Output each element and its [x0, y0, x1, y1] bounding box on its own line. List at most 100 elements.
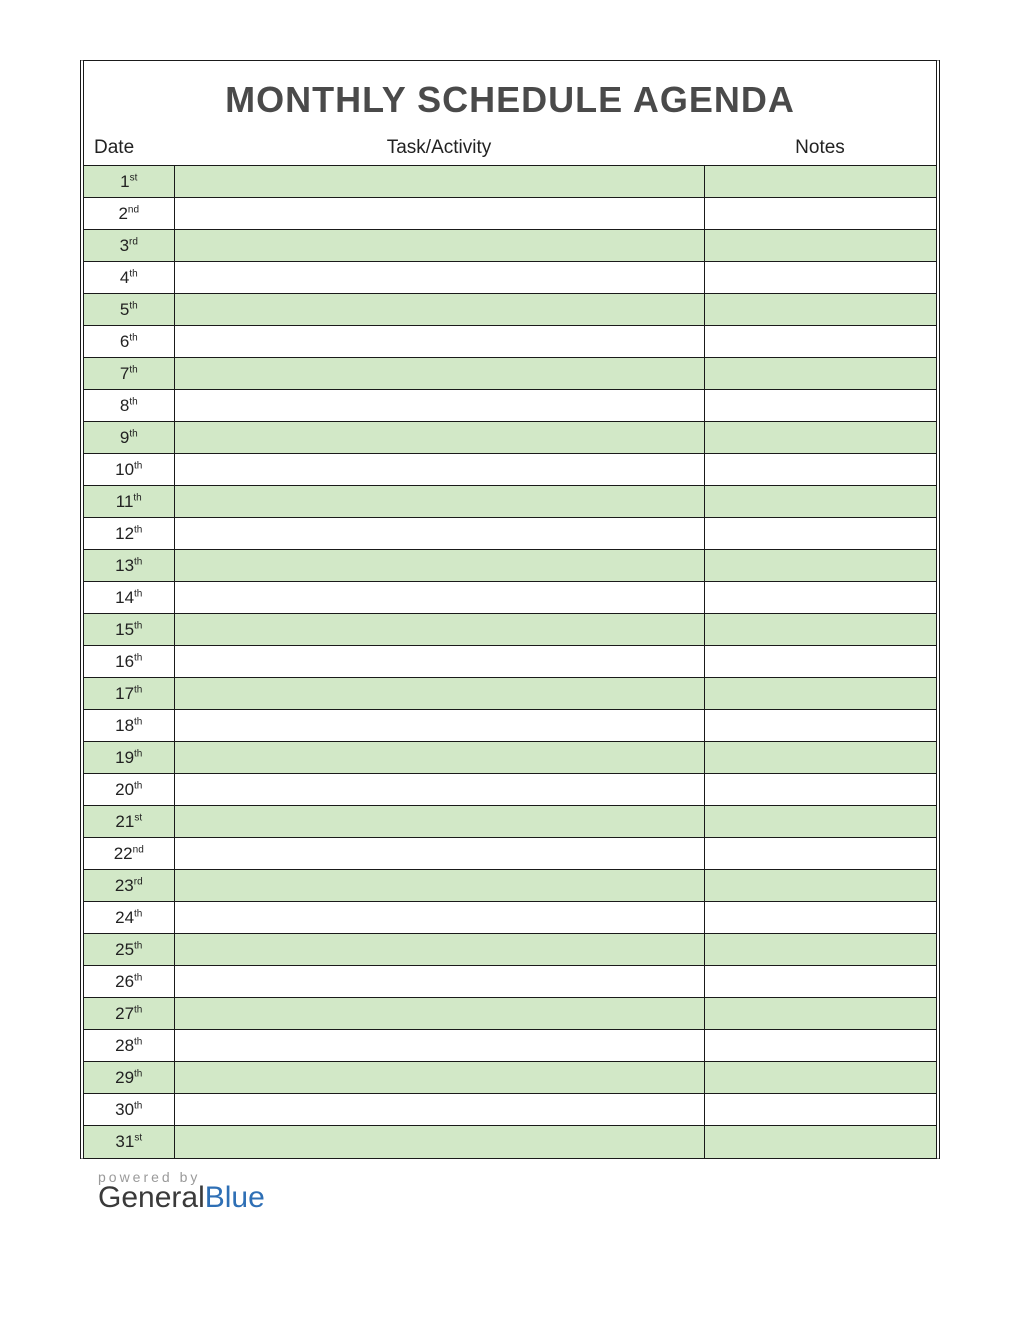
date-cell: 2nd	[84, 198, 174, 230]
task-cell[interactable]	[174, 934, 704, 966]
notes-cell[interactable]	[704, 518, 936, 550]
task-cell[interactable]	[174, 422, 704, 454]
notes-cell[interactable]	[704, 806, 936, 838]
task-cell[interactable]	[174, 1030, 704, 1062]
task-cell[interactable]	[174, 614, 704, 646]
date-number: 25	[115, 940, 134, 959]
task-cell[interactable]	[174, 678, 704, 710]
date-number: 13	[115, 556, 134, 575]
task-cell[interactable]	[174, 710, 704, 742]
date-suffix: th	[134, 908, 142, 919]
task-cell[interactable]	[174, 1126, 704, 1158]
notes-cell[interactable]	[704, 326, 936, 358]
date-cell: 7th	[84, 358, 174, 390]
table-row: 30th	[84, 1094, 936, 1126]
task-cell[interactable]	[174, 326, 704, 358]
col-header-task: Task/Activity	[174, 133, 704, 166]
task-cell[interactable]	[174, 966, 704, 998]
document-page: MONTHLY SCHEDULE AGENDA Date Task/Activi…	[0, 0, 1020, 1320]
task-cell[interactable]	[174, 646, 704, 678]
task-cell[interactable]	[174, 1062, 704, 1094]
task-cell[interactable]	[174, 838, 704, 870]
date-number: 20	[115, 780, 134, 799]
date-cell: 3rd	[84, 230, 174, 262]
notes-cell[interactable]	[704, 1126, 936, 1158]
date-number: 9	[120, 428, 129, 447]
notes-cell[interactable]	[704, 1062, 936, 1094]
task-cell[interactable]	[174, 550, 704, 582]
task-cell[interactable]	[174, 518, 704, 550]
date-cell: 30th	[84, 1094, 174, 1126]
task-cell[interactable]	[174, 454, 704, 486]
task-cell[interactable]	[174, 262, 704, 294]
notes-cell[interactable]	[704, 166, 936, 198]
notes-cell[interactable]	[704, 550, 936, 582]
notes-cell[interactable]	[704, 646, 936, 678]
date-number: 31	[115, 1132, 134, 1151]
date-cell: 27th	[84, 998, 174, 1030]
notes-cell[interactable]	[704, 230, 936, 262]
notes-cell[interactable]	[704, 966, 936, 998]
table-row: 6th	[84, 326, 936, 358]
date-number: 21	[115, 812, 134, 831]
task-cell[interactable]	[174, 198, 704, 230]
notes-cell[interactable]	[704, 454, 936, 486]
notes-cell[interactable]	[704, 294, 936, 326]
schedule-sheet: MONTHLY SCHEDULE AGENDA Date Task/Activi…	[80, 60, 940, 1159]
notes-cell[interactable]	[704, 838, 936, 870]
notes-cell[interactable]	[704, 582, 936, 614]
task-cell[interactable]	[174, 294, 704, 326]
task-cell[interactable]	[174, 166, 704, 198]
task-cell[interactable]	[174, 358, 704, 390]
task-cell[interactable]	[174, 1094, 704, 1126]
task-cell[interactable]	[174, 774, 704, 806]
date-suffix: th	[134, 748, 142, 759]
notes-cell[interactable]	[704, 902, 936, 934]
notes-cell[interactable]	[704, 1030, 936, 1062]
notes-cell[interactable]	[704, 358, 936, 390]
task-cell[interactable]	[174, 742, 704, 774]
date-cell: 6th	[84, 326, 174, 358]
notes-cell[interactable]	[704, 678, 936, 710]
task-cell[interactable]	[174, 486, 704, 518]
date-cell: 23rd	[84, 870, 174, 902]
table-row: 3rd	[84, 230, 936, 262]
task-cell[interactable]	[174, 806, 704, 838]
notes-cell[interactable]	[704, 198, 936, 230]
notes-cell[interactable]	[704, 262, 936, 294]
task-cell[interactable]	[174, 998, 704, 1030]
notes-cell[interactable]	[704, 934, 936, 966]
notes-cell[interactable]	[704, 998, 936, 1030]
table-row: 18th	[84, 710, 936, 742]
date-suffix: th	[134, 1036, 142, 1047]
notes-cell[interactable]	[704, 1094, 936, 1126]
notes-cell[interactable]	[704, 710, 936, 742]
task-cell[interactable]	[174, 390, 704, 422]
notes-cell[interactable]	[704, 486, 936, 518]
date-suffix: th	[134, 620, 142, 631]
date-number: 15	[115, 620, 134, 639]
task-cell[interactable]	[174, 870, 704, 902]
date-suffix: th	[129, 300, 137, 311]
notes-cell[interactable]	[704, 774, 936, 806]
date-number: 27	[115, 1004, 134, 1023]
task-cell[interactable]	[174, 902, 704, 934]
task-cell[interactable]	[174, 230, 704, 262]
task-cell[interactable]	[174, 582, 704, 614]
date-suffix: th	[134, 972, 142, 983]
date-cell: 8th	[84, 390, 174, 422]
table-row: 27th	[84, 998, 936, 1030]
notes-cell[interactable]	[704, 422, 936, 454]
date-number: 28	[115, 1036, 134, 1055]
table-row: 26th	[84, 966, 936, 998]
notes-cell[interactable]	[704, 742, 936, 774]
table-row: 10th	[84, 454, 936, 486]
date-cell: 18th	[84, 710, 174, 742]
date-number: 17	[115, 684, 134, 703]
notes-cell[interactable]	[704, 614, 936, 646]
header-row: Date Task/Activity Notes	[84, 133, 936, 166]
date-suffix: th	[129, 428, 137, 439]
notes-cell[interactable]	[704, 870, 936, 902]
date-suffix: th	[134, 940, 142, 951]
notes-cell[interactable]	[704, 390, 936, 422]
